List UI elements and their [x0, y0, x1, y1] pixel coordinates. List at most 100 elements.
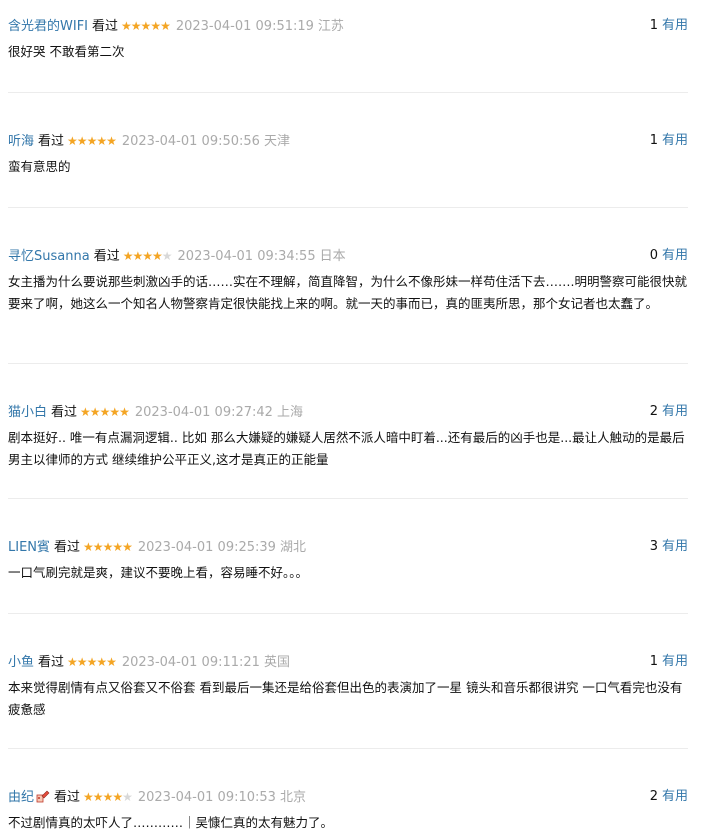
comment-item: LIEN賓 看过 ★★★★★ 2023-04-01 09:25:39 湖北 3 有用 一口… [8, 499, 688, 614]
comment-time: 2023-04-01 09:11:21 [121, 655, 260, 670]
star-filled-icon: ★ [86, 655, 98, 669]
comment-time: 2023-04-01 09:25:39 [137, 540, 276, 555]
useful-vote-button[interactable]: 有用 [662, 789, 688, 804]
star-filled-icon: ★ [80, 405, 91, 419]
watched-status: 看过 [54, 790, 81, 805]
useful-vote-button[interactable]: 有用 [662, 539, 688, 554]
watched-status: 看过 [54, 540, 81, 555]
star-filled-icon: ★ [96, 655, 107, 669]
useful-votes: 1 有用 [650, 131, 688, 151]
star-filled-icon: ★ [83, 540, 94, 554]
comment-item: 由纪 看过 ★★★★★ 2023-04-01 09:10:53 北京 2 有用 不过剧情真… [8, 749, 688, 837]
star-empty-icon: ★ [122, 790, 133, 804]
star-filled-icon: ★ [76, 134, 88, 148]
useful-vote-button[interactable]: 有用 [662, 248, 688, 263]
watched-status: 看过 [38, 134, 65, 149]
comment-time: 2023-04-01 09:10:53 [137, 790, 276, 805]
useful-votes: 1 有用 [650, 16, 688, 36]
comment-location: 江苏 [317, 19, 344, 34]
star-empty-icon: ★ [161, 249, 173, 263]
rating-stars: ★★★★★ [80, 402, 130, 422]
comment-time: 2023-04-01 09:34:55 [177, 249, 316, 264]
star-filled-icon: ★ [76, 655, 88, 669]
comment-content: 剧本挺好.. 唯一有点漏洞逻辑.. 比如 那么大嫌疑的嫌疑人居然不派人暗中盯着.… [8, 430, 685, 467]
useful-votes: 1 有用 [650, 652, 688, 672]
star-filled-icon: ★ [160, 19, 171, 33]
comment-item: 寻忆Susanna 看过 ★★★★★ 2023-04-01 09:34:55 日本 0有… [8, 208, 688, 364]
useful-vote-button[interactable]: 有用 [662, 654, 688, 669]
useful-vote-button[interactable]: 有用 [662, 133, 688, 148]
star-filled-icon: ★ [67, 655, 78, 669]
rating-stars: ★★★★★ [83, 537, 133, 557]
comment-content: 一口气刷完就是爽，建议不要晚上看，容易睡不好。。。 [8, 565, 309, 580]
star-filled-icon: ★ [106, 134, 117, 148]
star-filled-icon: ★ [92, 540, 104, 554]
useful-count: 0 [649, 248, 658, 263]
useful-vote-button[interactable]: 有用 [662, 404, 688, 419]
star-filled-icon: ★ [102, 790, 114, 804]
comment-meta: LIEN賓 看过 ★★★★★ 2023-04-01 09:25:39 湖北 3 有用 [8, 537, 688, 557]
useful-votes: 3 有用 [650, 537, 688, 557]
comment-item: 含光君的WIFI 看过 ★★★★★ 2023-04-01 09:51:19 江苏 1 有用… [8, 0, 688, 93]
comment-meta: 小鱼 看过 ★★★★★ 2023-04-01 09:11:21 英国 1 有用 [8, 652, 688, 672]
useful-count: 1 [649, 133, 658, 148]
badge-icon [36, 789, 50, 803]
star-filled-icon: ★ [83, 790, 94, 804]
star-filled-icon: ★ [132, 249, 143, 263]
comment-location: 湖北 [279, 540, 306, 555]
star-filled-icon: ★ [89, 405, 101, 419]
comment-item: 猫小白 看过 ★★★★★ 2023-04-01 09:27:42 上海 2 有用 剧本挺好… [8, 364, 688, 499]
comment-meta: 猫小白 看过 ★★★★★ 2023-04-01 09:27:42 上海 2 有用 [8, 402, 688, 422]
star-filled-icon: ★ [121, 19, 132, 33]
comment-location: 英国 [263, 655, 290, 670]
watched-status: 看过 [38, 655, 65, 670]
comment-location: 日本 [319, 249, 346, 264]
watched-status: 看过 [51, 405, 78, 420]
comment-meta: 寻忆Susanna 看过 ★★★★★ 2023-04-01 09:34:55 日本 0有… [8, 246, 688, 266]
comment-content: 蛮有意思的 [8, 159, 71, 174]
star-filled-icon: ★ [119, 405, 130, 419]
rating-stars: ★★★★★ [67, 131, 117, 151]
star-filled-icon: ★ [150, 19, 161, 33]
useful-votes: 2 有用 [650, 402, 688, 422]
comment-author-link[interactable]: 猫小白 [8, 405, 47, 420]
useful-count: 2 [649, 404, 658, 419]
star-filled-icon: ★ [86, 134, 98, 148]
watched-status: 看过 [92, 19, 119, 34]
comment-author-link[interactable]: 寻忆Susanna [8, 249, 90, 264]
comment-location: 天津 [263, 134, 290, 149]
comment-meta: 由纪 看过 ★★★★★ 2023-04-01 09:10:53 北京 2 有用 [8, 787, 688, 807]
comment-time: 2023-04-01 09:27:42 [134, 405, 273, 420]
star-filled-icon: ★ [106, 655, 117, 669]
comment-content: 本来觉得剧情有点又俗套又不俗套 看到最后一集还是给俗套但出色的表演加了一星 镜头… [8, 680, 683, 717]
comment-content: 女主播为什么要说那些刺激凶手的话……实在不理解，简直降智，为什么不像彤妹一样苟住… [8, 274, 687, 311]
star-filled-icon: ★ [96, 134, 107, 148]
star-filled-icon: ★ [130, 19, 142, 33]
star-filled-icon: ★ [152, 249, 163, 263]
comment-meta: 听海 看过 ★★★★★ 2023-04-01 09:50:56 天津 1 有用 [8, 131, 688, 151]
useful-vote-button[interactable]: 有用 [662, 18, 688, 33]
useful-count: 3 [649, 539, 658, 554]
comment-list: 含光君的WIFI 看过 ★★★★★ 2023-04-01 09:51:19 江苏 1 有用… [0, 0, 688, 837]
comment-author-link[interactable]: 含光君的WIFI [8, 19, 88, 34]
star-filled-icon: ★ [112, 540, 123, 554]
rating-stars: ★★★★★ [123, 246, 173, 266]
comment-time: 2023-04-01 09:50:56 [121, 134, 260, 149]
rating-stars: ★★★★★ [121, 16, 171, 36]
comment-content: 不过剧情真的太吓人了…………｜吴慷仁真的太有魅力了。 [8, 815, 334, 830]
comment-item: 听海 看过 ★★★★★ 2023-04-01 09:50:56 天津 1 有用 蛮有意思的 [8, 93, 688, 208]
useful-count: 2 [649, 789, 658, 804]
comment-author-link[interactable]: LIEN賓 [8, 540, 50, 555]
star-filled-icon: ★ [140, 19, 152, 33]
comment-author-link[interactable]: 由纪 [8, 790, 34, 805]
star-filled-icon: ★ [67, 134, 78, 148]
comment-author-link[interactable]: 听海 [8, 134, 34, 149]
comment-author-link[interactable]: 小鱼 [8, 655, 34, 670]
watched-status: 看过 [93, 249, 120, 264]
star-filled-icon: ★ [112, 790, 123, 804]
star-filled-icon: ★ [102, 540, 114, 554]
star-filled-icon: ★ [142, 249, 153, 263]
comment-time: 2023-04-01 09:51:19 [175, 19, 314, 34]
comment-meta: 含光君的WIFI 看过 ★★★★★ 2023-04-01 09:51:19 江苏 1 有用 [8, 16, 688, 36]
useful-count: 1 [649, 18, 658, 33]
